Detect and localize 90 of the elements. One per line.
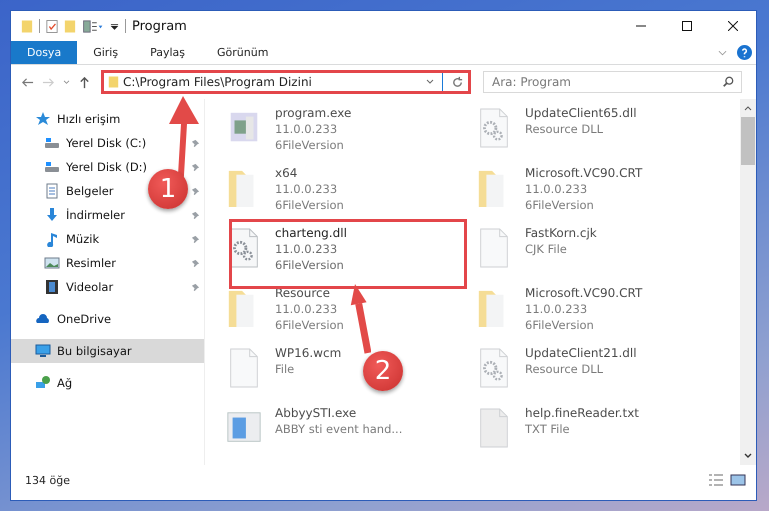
window-title: Program bbox=[132, 18, 187, 34]
file-name[interactable]: help.fineReader.txt bbox=[525, 405, 639, 421]
file-name[interactable]: x64 bbox=[275, 165, 298, 181]
expand-ribbon-icon[interactable] bbox=[718, 50, 727, 56]
file-detail: 11.0.0.233 bbox=[525, 181, 588, 197]
file-detail: 6FileVersion bbox=[275, 317, 344, 333]
maximize-icon bbox=[682, 21, 692, 31]
address-path: C:\Program Files\Program Dizini bbox=[123, 75, 313, 89]
video-icon bbox=[44, 279, 60, 295]
file-name[interactable]: UpdateClient65.dll bbox=[525, 105, 637, 121]
file-name[interactable]: AbbyySTI.exe bbox=[275, 405, 356, 421]
sidebar-item[interactable]: Hızlı erişim bbox=[11, 107, 204, 131]
search-field[interactable]: Ara: Program bbox=[483, 71, 742, 93]
properties-icon[interactable] bbox=[46, 18, 58, 34]
file-detail: CJK File bbox=[525, 241, 567, 257]
sidebar-item[interactable]: Resimler bbox=[44, 251, 118, 275]
scroll-up-icon[interactable] bbox=[744, 105, 752, 111]
sidebar-item[interactable]: İndirmeler bbox=[44, 203, 127, 227]
star-icon bbox=[35, 111, 51, 127]
file-detail: 11.0.0.233 bbox=[275, 181, 338, 197]
file-detail: ABBY sti event hand... bbox=[275, 421, 402, 437]
scroll-down-icon[interactable] bbox=[744, 453, 752, 459]
dropdown-caret-icon[interactable] bbox=[426, 79, 434, 85]
search-icon[interactable] bbox=[722, 76, 734, 88]
file-name[interactable]: FastKorn.cjk bbox=[525, 225, 597, 241]
pin-icon[interactable] bbox=[191, 138, 200, 148]
file-detail: 6FileVersion bbox=[275, 137, 344, 153]
file-detail: 6FileVersion bbox=[525, 317, 594, 333]
file-name[interactable]: Microsoft.VC90.CRT bbox=[525, 165, 642, 181]
back-arrow-icon[interactable] bbox=[21, 76, 34, 88]
item-count: 134 öğe bbox=[25, 474, 70, 486]
file-detail: 11.0.0.233 bbox=[275, 121, 338, 137]
file-name[interactable]: Resource bbox=[275, 285, 330, 301]
sidebar-item[interactable]: Videolar bbox=[44, 275, 116, 299]
image-icon bbox=[44, 255, 60, 271]
large-icons-view-icon[interactable] bbox=[730, 473, 746, 487]
file-name[interactable]: UpdateClient21.dll bbox=[525, 345, 637, 361]
file-detail: 6FileVersion bbox=[275, 257, 344, 273]
ribbon-tab[interactable]: Dosya bbox=[11, 41, 78, 64]
scrollbar[interactable] bbox=[740, 99, 756, 465]
file-detail: Resource DLL bbox=[525, 121, 604, 137]
history-caret-icon[interactable] bbox=[63, 80, 70, 84]
sidebar-item[interactable]: Bu bilgisayar bbox=[11, 339, 204, 363]
file-detail: 6FileVersion bbox=[275, 197, 344, 213]
address-bar[interactable]: C:\Program Files\Program Dizini bbox=[101, 70, 471, 94]
doc-icon bbox=[44, 183, 60, 199]
pc-icon bbox=[35, 343, 51, 359]
close-icon bbox=[728, 21, 738, 31]
pin-icon[interactable] bbox=[191, 210, 200, 220]
ribbon-tab[interactable]: Giriş bbox=[77, 41, 134, 64]
sidebar-item[interactable]: Yerel Disk (C:) bbox=[44, 131, 148, 155]
pin-icon[interactable] bbox=[191, 282, 200, 292]
customize-icon[interactable] bbox=[110, 22, 119, 30]
music-icon bbox=[44, 231, 60, 247]
sidebar-item[interactable]: Ağ bbox=[11, 371, 204, 395]
drive-icon bbox=[44, 135, 60, 151]
scroll-thumb[interactable] bbox=[741, 117, 755, 165]
help-icon[interactable] bbox=[737, 45, 752, 60]
file-detail: 6FileVersion bbox=[525, 197, 594, 213]
file-detail: TXT File bbox=[525, 421, 570, 437]
ribbon-tab[interactable]: Görünüm bbox=[201, 41, 284, 64]
details-view-icon[interactable] bbox=[708, 473, 724, 487]
pin-icon[interactable] bbox=[191, 186, 200, 196]
pin-icon[interactable] bbox=[191, 258, 200, 268]
pin-icon[interactable] bbox=[191, 162, 200, 172]
file-detail: Resource DLL bbox=[525, 361, 604, 377]
up-arrow-icon[interactable] bbox=[78, 76, 91, 88]
file-name[interactable]: WP16.wcm bbox=[275, 345, 342, 361]
drive-icon bbox=[44, 159, 60, 175]
download-icon bbox=[44, 207, 60, 223]
sidebar-item[interactable]: OneDrive bbox=[11, 307, 204, 331]
file-name[interactable]: Microsoft.VC90.CRT bbox=[525, 285, 642, 301]
sidebar-item[interactable]: Belgeler bbox=[44, 179, 116, 203]
file-detail: File bbox=[275, 361, 294, 377]
sidebar-item[interactable]: Yerel Disk (D:) bbox=[44, 155, 150, 179]
network-icon bbox=[35, 375, 51, 391]
sidebar-item[interactable]: Müzik bbox=[44, 227, 102, 251]
folder-icon bbox=[21, 18, 33, 34]
file-detail: 11.0.0.233 bbox=[275, 241, 338, 257]
pin-icon[interactable] bbox=[191, 234, 200, 244]
refresh-icon[interactable] bbox=[451, 76, 464, 88]
file-detail: 11.0.0.233 bbox=[525, 301, 588, 317]
file-detail: 11.0.0.233 bbox=[275, 301, 338, 317]
step-badge: 1 bbox=[148, 169, 188, 209]
folder-icon bbox=[108, 75, 119, 89]
view-icon[interactable] bbox=[82, 18, 104, 34]
step-badge: 2 bbox=[363, 351, 403, 391]
file-name[interactable]: charteng.dll bbox=[275, 225, 347, 241]
file-name[interactable]: program.exe bbox=[275, 105, 352, 121]
ribbon-tab[interactable]: Paylaş bbox=[134, 41, 201, 64]
